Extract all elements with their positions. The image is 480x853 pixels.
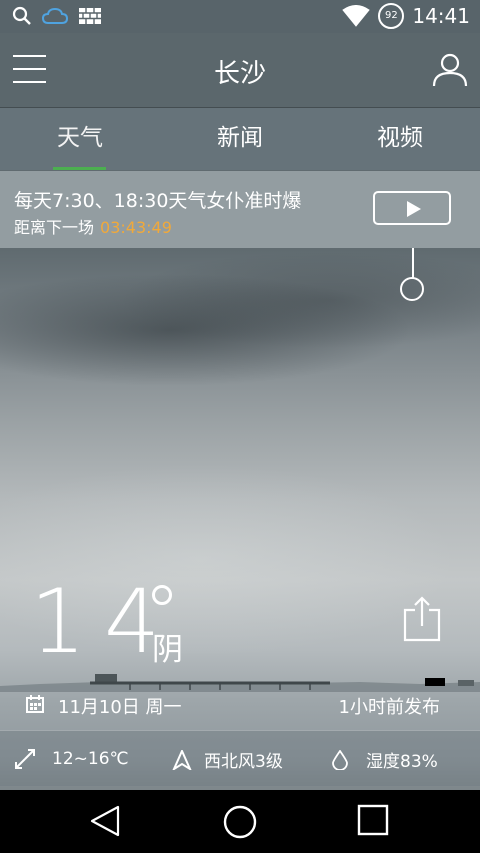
water-drop-icon bbox=[332, 749, 348, 770]
broadcast-title: 每天7:30、18:30天气女仆准时爆 bbox=[14, 190, 302, 212]
wind-info: 西北风3级 bbox=[172, 747, 283, 772]
humidity-info: 湿度83% bbox=[332, 747, 438, 772]
countdown-value: 03:43:49 bbox=[100, 218, 172, 237]
tab-bar: 天气 新闻 视频 bbox=[0, 108, 480, 170]
wind-direction-icon bbox=[172, 749, 192, 770]
cloud-icon bbox=[42, 7, 68, 24]
pull-string bbox=[412, 248, 414, 278]
status-bar: 92 14:41 bbox=[0, 0, 480, 33]
degree-icon bbox=[152, 585, 172, 605]
horizon-bridge bbox=[0, 674, 480, 692]
calendar-icon bbox=[26, 695, 44, 713]
pull-ring[interactable] bbox=[400, 277, 424, 301]
battery-icon: 92 bbox=[378, 3, 405, 29]
published-time: 1小时前发布 bbox=[338, 697, 440, 718]
back-icon[interactable] bbox=[88, 804, 122, 838]
brick-icon bbox=[79, 8, 101, 24]
weather-condition: 阴 bbox=[152, 632, 183, 668]
date-row: 11月10日 周一 1小时前发布 bbox=[0, 690, 480, 720]
home-icon[interactable] bbox=[222, 804, 258, 840]
tab-weather[interactable]: 天气 bbox=[0, 108, 160, 170]
weather-screen: 92 14:41 长沙 天气 新闻 视频 每天7:30、18:30天气女仆准时爆… bbox=[0, 0, 480, 853]
date-label: 11月10日 周一 bbox=[58, 697, 182, 718]
thermometer-icon bbox=[15, 749, 35, 769]
temp-range-text: 12~16℃ bbox=[52, 749, 129, 769]
wifi-icon bbox=[342, 5, 371, 27]
countdown-label: 距离下一场 bbox=[14, 218, 95, 237]
system-nav-bar bbox=[0, 790, 480, 853]
user-icon[interactable] bbox=[432, 51, 468, 87]
humidity-text: 湿度83% bbox=[366, 752, 438, 772]
search-icon bbox=[12, 6, 31, 25]
temperature-range: 12~16℃ bbox=[14, 747, 129, 771]
share-icon[interactable] bbox=[403, 596, 441, 642]
broadcast-countdown: 距离下一场 03:43:49 bbox=[14, 214, 172, 238]
play-button[interactable] bbox=[373, 191, 451, 225]
recents-icon[interactable] bbox=[357, 804, 389, 836]
clock: 14:41 bbox=[412, 4, 470, 28]
weather-info-bar: 12~16℃ 西北风3级 湿度83% bbox=[0, 730, 480, 786]
wind-text: 西北风3级 bbox=[204, 752, 283, 772]
city-title[interactable]: 长沙 bbox=[0, 53, 480, 90]
weather-broadcast-banner[interactable]: 每天7:30、18:30天气女仆准时爆 距离下一场 03:43:49 bbox=[0, 171, 480, 248]
app-header: 长沙 bbox=[0, 33, 480, 108]
tab-news[interactable]: 新闻 bbox=[160, 108, 320, 170]
play-icon bbox=[407, 201, 421, 217]
tab-video[interactable]: 视频 bbox=[320, 108, 480, 170]
